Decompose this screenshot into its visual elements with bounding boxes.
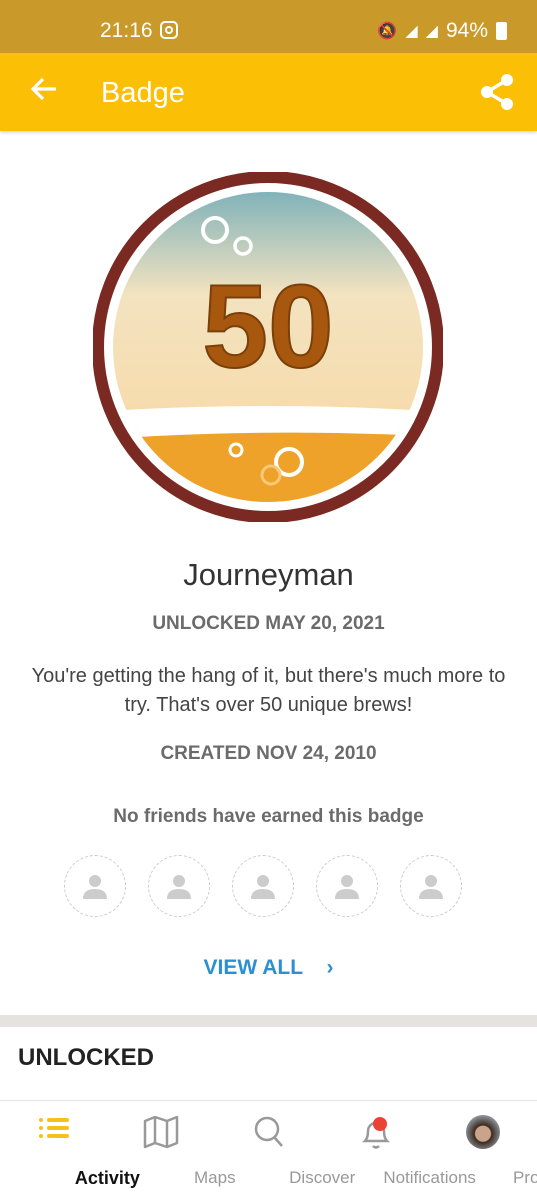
badge-description: You're getting the hang of it, but there… [31, 665, 506, 716]
badge-image: 50 [93, 172, 443, 522]
instagram-icon [160, 21, 178, 39]
bottom-nav: Activity Maps Discover Notifications Pro… [0, 1100, 537, 1200]
nav-activity[interactable]: Activity [0, 1101, 140, 1200]
avatar-placeholder [400, 855, 462, 917]
arrow-left-icon[interactable] [28, 73, 60, 113]
friend-avatars [64, 855, 462, 917]
section-title: UNLOCKED [18, 1044, 154, 1071]
view-all-button[interactable]: VIEW ALL › [0, 956, 537, 980]
mute-icon: 🔕 [377, 23, 398, 40]
signal-icon: ◢ [405, 23, 418, 40]
share-icon[interactable] [479, 73, 515, 116]
avatar-placeholder [64, 855, 126, 917]
created-date: CREATED NOV 24, 2010 [160, 743, 377, 764]
status-bar: 21:16 🔕 ◢ ◢ 94% [0, 0, 537, 53]
list-icon [38, 1115, 70, 1148]
nav-profile[interactable]: Profile [430, 1101, 537, 1200]
chevron-right-icon: › [326, 956, 334, 979]
page-title: Badge [101, 77, 185, 109]
battery-percent: 94% [445, 19, 488, 42]
bell-icon [359, 1115, 393, 1156]
avatar [466, 1115, 501, 1149]
signal-icon: ◢ [425, 23, 438, 40]
search-icon [253, 1115, 285, 1154]
battery-icon [496, 22, 507, 40]
badge-name: Journeyman [183, 557, 354, 592]
avatar-placeholder [232, 855, 294, 917]
notification-dot [372, 1117, 387, 1131]
friends-text: No friends have earned this badge [113, 806, 424, 827]
avatar-placeholder [148, 855, 210, 917]
unlocked-date: UNLOCKED MAY 20, 2021 [152, 613, 385, 634]
status-time: 21:16 [100, 19, 153, 42]
map-icon [143, 1115, 179, 1154]
nav-discover[interactable]: Discover [215, 1101, 355, 1200]
avatar-placeholder [316, 855, 378, 917]
section-divider [0, 1015, 537, 1027]
nav-maps[interactable]: Maps [107, 1101, 236, 1200]
badge-number: 50 [202, 261, 333, 393]
nav-label: Profile [512, 1168, 537, 1187]
nav-notifications[interactable]: Notifications [322, 1101, 476, 1200]
app-bar: Badge [0, 53, 537, 131]
view-all-label: VIEW ALL [203, 956, 303, 979]
